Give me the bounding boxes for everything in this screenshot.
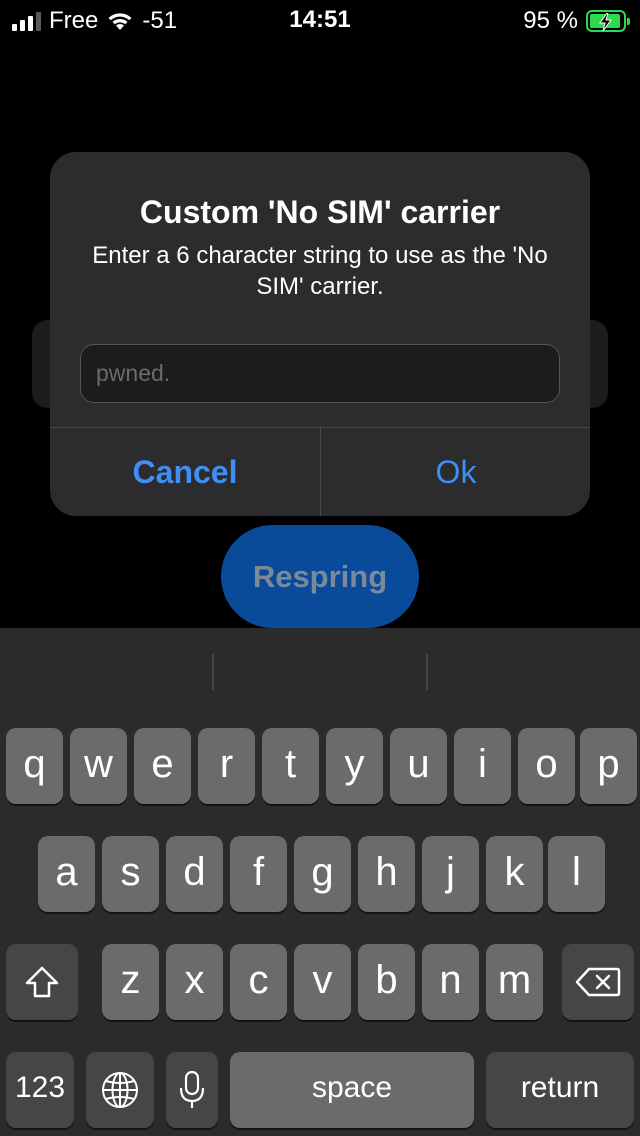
key-k[interactable]: k <box>486 836 543 912</box>
key-z[interactable]: z <box>102 944 159 1020</box>
key-label: f <box>252 849 265 894</box>
key-l[interactable]: l <box>548 836 605 912</box>
key-label: u <box>407 741 430 786</box>
backspace-key[interactable] <box>562 944 634 1020</box>
key-label: v <box>312 957 333 1002</box>
key-label: d <box>183 849 206 894</box>
key-label: r <box>219 741 234 786</box>
key-y[interactable]: y <box>326 728 383 804</box>
key-n[interactable]: n <box>422 944 479 1020</box>
suggestion-divider <box>426 654 428 690</box>
microphone-key[interactable] <box>166 1052 218 1128</box>
key-w[interactable]: w <box>70 728 127 804</box>
key-v[interactable]: v <box>294 944 351 1020</box>
key-label: t <box>284 741 297 786</box>
key-label: return <box>520 1071 600 1104</box>
key-u[interactable]: u <box>390 728 447 804</box>
key-f[interactable]: f <box>230 836 287 912</box>
ok-button[interactable]: Ok <box>321 428 590 516</box>
key-label: p <box>597 741 620 786</box>
key-label: x <box>184 957 205 1002</box>
alert-dialog: Custom 'No SIM' carrier Enter a 6 charac… <box>50 152 590 516</box>
charging-bolt-icon <box>599 13 612 31</box>
key-p[interactable]: p <box>580 728 637 804</box>
key-label: y <box>344 741 365 786</box>
key-o[interactable]: o <box>518 728 575 804</box>
microphone-icon <box>179 1070 205 1108</box>
key-i[interactable]: i <box>454 728 511 804</box>
key-label: k <box>504 849 525 894</box>
key-label: a <box>55 849 78 894</box>
battery-icon <box>586 10 630 32</box>
status-right: 95 % <box>523 6 630 36</box>
key-s[interactable]: s <box>102 836 159 912</box>
key-r[interactable]: r <box>198 728 255 804</box>
key-q[interactable]: q <box>6 728 63 804</box>
globe-icon <box>102 1072 138 1108</box>
respring-label: Respring <box>252 558 388 594</box>
key-e[interactable]: e <box>134 728 191 804</box>
key-label: w <box>84 741 113 786</box>
key-label: q <box>23 741 46 786</box>
suggestion-divider <box>212 654 214 690</box>
key-label: l <box>572 849 581 894</box>
key-label: m <box>497 957 532 1002</box>
key-h[interactable]: h <box>358 836 415 912</box>
battery-percentage: 95 % <box>523 7 578 34</box>
alert-message: Enter a 6 character string to use as the… <box>92 242 548 300</box>
carrier-text-input[interactable] <box>80 344 560 403</box>
respring-button[interactable]: Respring <box>221 525 419 628</box>
status-bar: Free -51 14:51 95 % <box>0 0 640 40</box>
key-m[interactable]: m <box>486 944 543 1020</box>
return-key[interactable]: return <box>486 1052 634 1128</box>
key-label: g <box>311 849 334 894</box>
key-g[interactable]: g <box>294 836 351 912</box>
key-label: e <box>151 741 174 786</box>
key-x[interactable]: x <box>166 944 223 1020</box>
key-j[interactable]: j <box>422 836 479 912</box>
key-label: c <box>248 957 269 1002</box>
backspace-icon <box>575 967 621 997</box>
numbers-key[interactable]: 123 <box>6 1052 74 1128</box>
key-a[interactable]: a <box>38 836 95 912</box>
key-d[interactable]: d <box>166 836 223 912</box>
globe-key[interactable] <box>86 1052 154 1128</box>
key-label: o <box>535 741 558 786</box>
shift-icon <box>25 966 59 998</box>
key-label: b <box>375 957 398 1002</box>
key-label: s <box>120 849 141 894</box>
key-c[interactable]: c <box>230 944 287 1020</box>
space-key[interactable]: space <box>230 1052 474 1128</box>
key-label: 123 <box>14 1071 66 1104</box>
alert-title: Custom 'No SIM' carrier <box>139 194 501 230</box>
key-label: space <box>311 1071 393 1104</box>
shift-key[interactable] <box>6 944 78 1020</box>
key-label: n <box>439 957 462 1002</box>
key-label: i <box>478 741 487 786</box>
key-t[interactable]: t <box>262 728 319 804</box>
cancel-button[interactable]: Cancel <box>50 428 320 516</box>
key-label: j <box>446 849 455 894</box>
key-label: z <box>120 957 141 1002</box>
key-b[interactable]: b <box>358 944 415 1020</box>
key-label: h <box>375 849 398 894</box>
keyboard: q w e r t y u i o p a s d f g h j k l z … <box>0 628 640 1136</box>
